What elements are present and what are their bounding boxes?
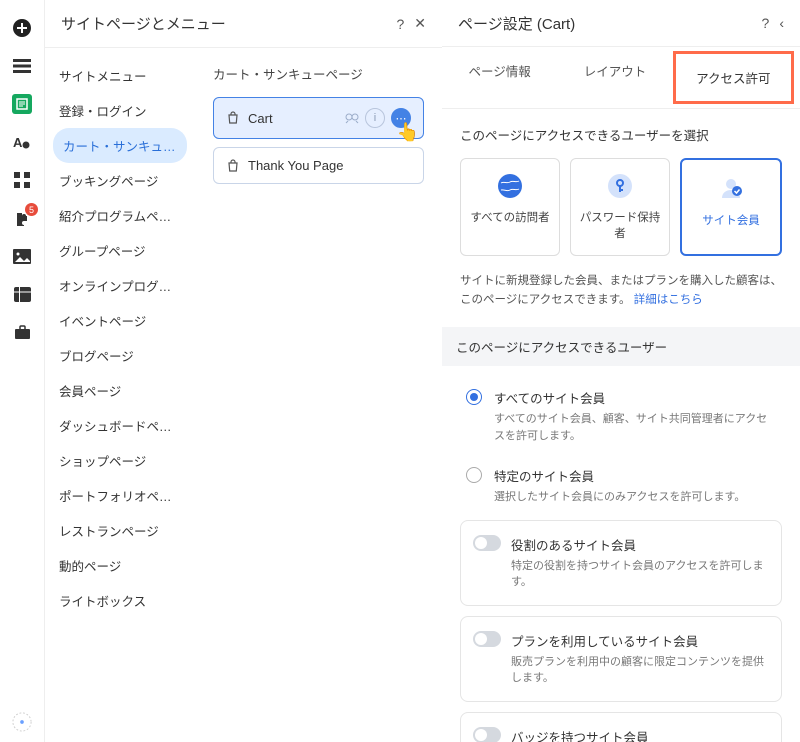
apps-icon[interactable] [12,170,32,190]
pages-menu: サイトメニュー 登録・ログイン カート・サンキュー... ブッキングページ 紹介… [45,48,195,742]
toggle-desc: 特定の役割を持つサイト会員のアクセスを許可します。 [511,558,767,591]
tab-page-info[interactable]: ページ情報 [442,47,557,108]
add-icon[interactable] [12,18,32,38]
menu-item[interactable]: 動的ページ [45,548,195,583]
menu-item[interactable]: ブッキングページ [45,163,195,198]
svg-text:A: A [13,135,23,150]
toggle-roles: 役割のあるサイト会員 特定の役割を持つサイト会員のアクセスを許可します。 [460,520,782,606]
radio-specific-members[interactable]: 特定のサイト会員 選択したサイト会員にのみアクセスを許可します。 [460,458,782,520]
left-rail: A 5 [0,0,44,742]
access-desc: このページにアクセスできるユーザーを選択 [460,125,782,144]
visitor-option-members[interactable]: サイト会員 [680,158,782,256]
bag-icon [226,111,240,125]
menu-item[interactable]: オンラインプログラ... [45,268,195,303]
addons-badge: 5 [25,203,38,216]
toggle-label: バッジを持つサイト会員 [511,727,767,742]
media-icon[interactable] [12,246,32,266]
menu-item[interactable]: 紹介プログラムページ [45,198,195,233]
page-card-label: Thank You Page [248,158,411,173]
access-note: サイトに新規登録した会員、またはプランを購入した顧客は、このページにアクセスでき… [460,272,782,309]
visitor-option-password[interactable]: パスワード保持者 [570,158,670,256]
radio-input[interactable] [466,467,482,483]
toggle-label: プランを利用しているサイト会員 [511,631,767,650]
back-icon[interactable]: ‹ [779,15,784,31]
visitor-option-label: パスワード保持者 [577,209,663,241]
settings-panel: ページ設定 (Cart) ? ‹ ページ情報 レイアウト アクセス許可 このペー… [442,0,800,742]
settings-body: このページにアクセスできるユーザーを選択 すべての訪問者 パスワード保持者 サイ… [442,109,800,742]
business-icon[interactable] [12,322,32,342]
menu-item[interactable]: 会員ページ [45,373,195,408]
help-icon[interactable]: ? [396,16,404,32]
tab-layout[interactable]: レイアウト [557,47,672,108]
menu-item[interactable]: ライトボックス [45,583,195,618]
settings-panel-title: ページ設定 (Cart) [458,13,752,34]
more-icon[interactable]: ⋯ [391,108,411,128]
data-icon[interactable] [12,284,32,304]
radio-desc: 選択したサイト会員にのみアクセスを許可します。 [494,489,745,506]
bag-icon [226,159,240,173]
page-card-actions: i ⋯ [345,108,411,128]
user-icon[interactable] [12,712,32,732]
pages-panel: サイトページとメニュー ? ✕ サイトメニュー 登録・ログイン カート・サンキュ… [44,0,442,742]
radio-desc: すべてのサイト会員、顧客、サイト共同管理者にアクセスを許可します。 [494,411,776,444]
toggle-switch[interactable] [473,631,501,647]
toggle-desc: 販売プランを利用中の顧客に限定コンテンツを提供します。 [511,654,767,687]
menu-item[interactable]: ポートフォリオページ [45,478,195,513]
page-card-cart[interactable]: Cart i ⋯ 👆 [213,97,424,139]
addons-icon[interactable]: 5 [12,208,32,228]
toggle-badges: バッジを持つサイト会員 バッジを持つサイト会員にアクセスを許可 [460,712,782,742]
toggle-label: 役割のあるサイト会員 [511,535,767,554]
section-label: カート・サンキューページ [213,64,424,83]
details-link[interactable]: 詳細はこちら [634,294,703,306]
tab-permissions[interactable]: アクセス許可 [673,51,794,104]
visitor-option-label: すべての訪問者 [467,209,553,225]
menu-item[interactable]: サイトメニュー [45,58,195,93]
info-icon[interactable]: i [365,108,385,128]
radio-all-members[interactable]: すべてのサイト会員 すべてのサイト会員、顧客、サイト共同管理者にアクセスを許可し… [460,380,782,458]
sections-icon[interactable] [12,56,32,76]
pages-icon[interactable] [12,94,32,114]
visitor-options: すべての訪問者 パスワード保持者 サイト会員 [460,158,782,256]
key-icon [577,173,663,199]
radio-input[interactable] [466,389,482,405]
toggle-plans: プランを利用しているサイト会員 販売プランを利用中の顧客に限定コンテンツを提供し… [460,616,782,702]
page-card-label: Cart [248,111,337,126]
member-icon [688,174,774,202]
pages-panel-title: サイトページとメニュー [61,13,386,34]
design-icon[interactable]: A [12,132,32,152]
pages-content: カート・サンキューページ Cart i ⋯ 👆 Thank You Page [195,48,442,742]
pages-panel-header: サイトページとメニュー ? ✕ [45,0,442,48]
sub-header: このページにアクセスできるユーザー [442,327,800,366]
settings-panel-header: ページ設定 (Cart) ? ‹ [442,0,800,47]
visitor-option-label: サイト会員 [688,212,774,228]
toggle-switch[interactable] [473,727,501,742]
visitor-option-everyone[interactable]: すべての訪問者 [460,158,560,256]
help-icon[interactable]: ? [762,15,770,31]
menu-item-selected[interactable]: カート・サンキュー... [53,128,187,163]
globe-icon [467,173,553,199]
radio-label: すべてのサイト会員 [494,388,776,407]
menu-item[interactable]: グループページ [45,233,195,268]
settings-tabs: ページ情報 レイアウト アクセス許可 [442,47,800,109]
menu-item[interactable]: ダッシュボードページ [45,408,195,443]
close-icon[interactable]: ✕ [414,15,426,32]
toggle-switch[interactable] [473,535,501,551]
menu-item[interactable]: 登録・ログイン [45,93,195,128]
radio-label: 特定のサイト会員 [494,466,745,485]
menu-item[interactable]: レストランページ [45,513,195,548]
menu-item[interactable]: イベントページ [45,303,195,338]
menu-item[interactable]: ブログページ [45,338,195,373]
menu-item[interactable]: ショップページ [45,443,195,478]
page-card-thankyou[interactable]: Thank You Page [213,147,424,184]
